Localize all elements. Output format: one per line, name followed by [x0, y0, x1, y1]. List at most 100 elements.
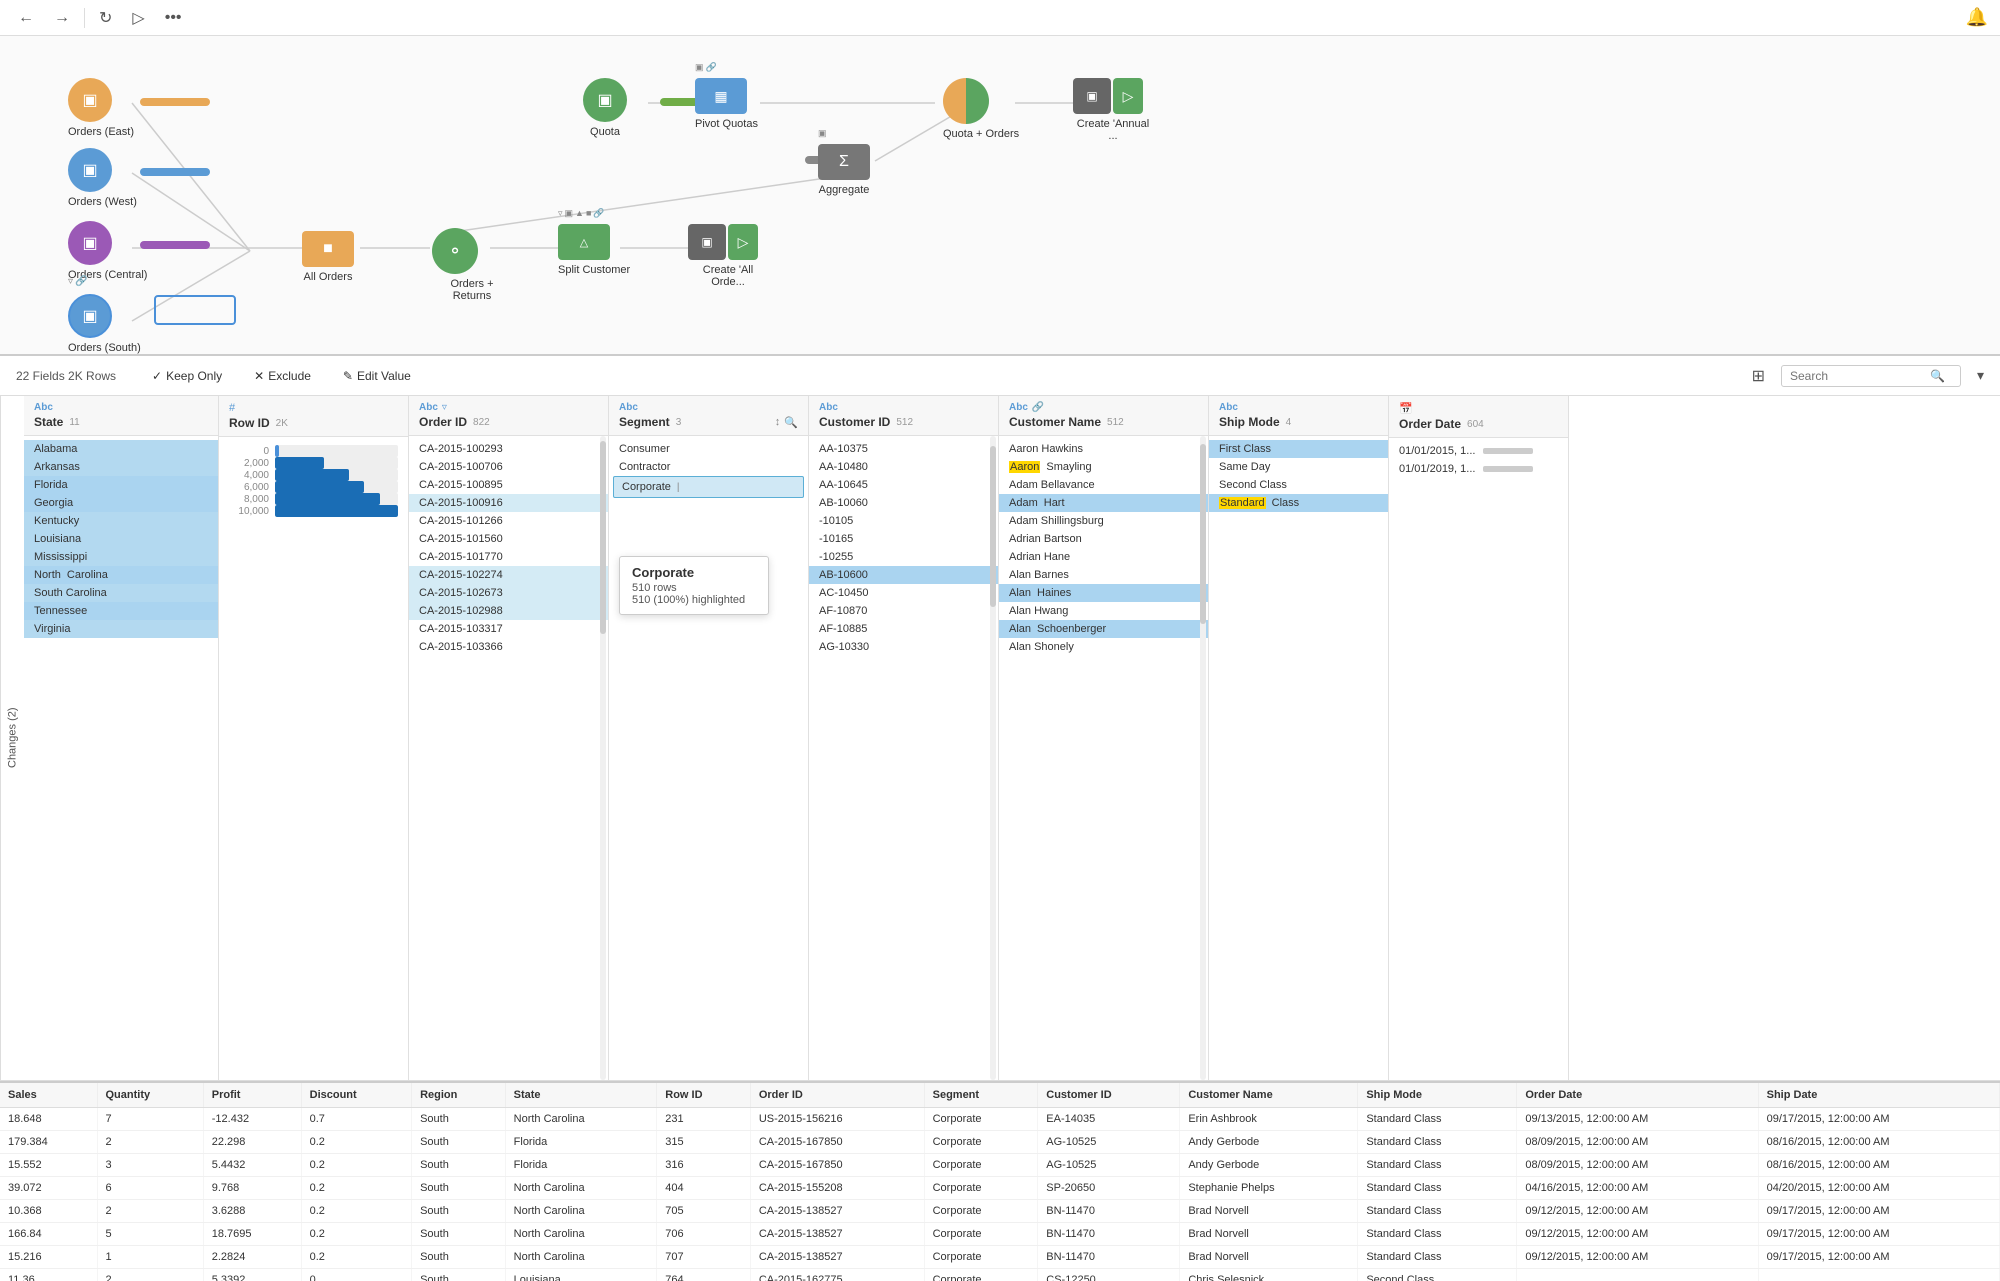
layout-toggle-button[interactable]: ⊞: [1752, 366, 1765, 386]
node-orders-central[interactable]: ▣ Orders (Central): [68, 221, 147, 281]
table-row[interactable]: 15.55235.44320.2SouthFlorida316CA-2015-1…: [0, 1154, 2000, 1177]
cname-adrian-hane[interactable]: Adrian Hane: [999, 548, 1208, 566]
custid-AF10885[interactable]: AF-10885: [809, 620, 998, 638]
table-row[interactable]: 15.21612.28240.2SouthNorth Carolina707CA…: [0, 1246, 2000, 1269]
segment-corporate[interactable]: Corporate |: [613, 476, 804, 498]
forward-button[interactable]: →: [48, 7, 76, 29]
cname-adam-hart[interactable]: Adam Hart: [999, 494, 1208, 512]
orderid-CA2015-100895[interactable]: CA-2015-100895: [409, 476, 608, 494]
orderdate-01012015[interactable]: 01/01/2015, 1...: [1389, 442, 1568, 460]
orderid-CA2015-103366[interactable]: CA-2015-103366: [409, 638, 608, 656]
table-row[interactable]: 179.384222.2980.2SouthFlorida315CA-2015-…: [0, 1131, 2000, 1154]
node-orders-returns[interactable]: ⚬ Orders + Returns: [432, 228, 512, 302]
th-region: Region: [412, 1083, 506, 1108]
cname-alan-barnes[interactable]: Alan Barnes: [999, 566, 1208, 584]
node-create-all-ord[interactable]: ▣ ▷ Create 'All Orde...: [688, 224, 768, 288]
custid-10105[interactable]: ​-10105: [809, 512, 998, 530]
node-orders-east[interactable]: ▣ Orders (East): [68, 78, 134, 138]
refresh-button[interactable]: ↻: [93, 6, 118, 30]
custid-AB10060[interactable]: AB-10060: [809, 494, 998, 512]
node-orders-south[interactable]: ▣ Orders (South) ▿🔗: [68, 294, 141, 354]
segment-search-btn[interactable]: 🔍: [784, 416, 798, 429]
state-item-south-carolina[interactable]: South Carolina: [24, 584, 218, 602]
state-item-louisiana[interactable]: Louisiana: [24, 530, 218, 548]
orderid-CA2015-100706[interactable]: CA-2015-100706: [409, 458, 608, 476]
orderid-CA2015-102274[interactable]: CA-2015-102274: [409, 566, 608, 584]
orderid-CA2015-101770[interactable]: CA-2015-101770: [409, 548, 608, 566]
state-item-alabama[interactable]: Alabama: [24, 440, 218, 458]
more-button[interactable]: •••: [159, 7, 188, 29]
cname-adam-bellavance[interactable]: Adam Bellavance: [999, 476, 1208, 494]
table-row[interactable]: 10.36823.62880.2SouthNorth Carolina705CA…: [0, 1200, 2000, 1223]
state-item-tennessee[interactable]: Tennessee: [24, 602, 218, 620]
table-row[interactable]: 11.3625.33920SouthLouisiana764CA-2015-16…: [0, 1269, 2000, 1281]
shipmode-second-class[interactable]: Second Class: [1209, 476, 1388, 494]
table-row[interactable]: 166.84518.76950.2SouthNorth Carolina706C…: [0, 1223, 2000, 1246]
orderid-CA2015-100916[interactable]: CA-2015-100916: [409, 494, 608, 512]
table-cell: 3.6288: [203, 1200, 301, 1223]
keep-only-button[interactable]: ✓ Keep Only: [144, 365, 230, 387]
segment-sort-btn[interactable]: ↕: [775, 416, 781, 429]
exclude-button[interactable]: ✕ Exclude: [246, 365, 319, 387]
filter-dropdown-button[interactable]: ▾: [1977, 367, 1984, 384]
search-box[interactable]: 🔍: [1781, 365, 1961, 387]
cname-aaron-hawkins[interactable]: Aaron Hawkins: [999, 440, 1208, 458]
state-item-arkansas[interactable]: Arkansas: [24, 458, 218, 476]
shipmode-standard-class[interactable]: Standard Class: [1209, 494, 1388, 512]
custid-AA10480[interactable]: AA-10480: [809, 458, 998, 476]
cname-adrian-bartson[interactable]: Adrian Bartson: [999, 530, 1208, 548]
table-cell: 0.2: [301, 1200, 411, 1223]
table-cell: CA-2015-138527: [750, 1200, 924, 1223]
node-split-customer[interactable]: △ Split Customer ▿▣▲■🔗: [558, 224, 630, 276]
custid-AC10450[interactable]: AC-10450: [809, 584, 998, 602]
back-button[interactable]: ←: [12, 7, 40, 29]
node-label-all-orders: All Orders: [302, 271, 354, 283]
column-orderid: Abc ▿ Order ID 822 CA-2015-100293 CA-201…: [409, 396, 609, 1080]
state-item-north-carolina[interactable]: North Carolina: [24, 566, 218, 584]
cname-adam-shillingsburg[interactable]: Adam Shillingsburg: [999, 512, 1208, 530]
custid-AF10870[interactable]: AF-10870: [809, 602, 998, 620]
cname-alan-hwang[interactable]: Alan Hwang: [999, 602, 1208, 620]
state-item-virginia[interactable]: Virginia: [24, 620, 218, 638]
orderid-CA2015-100293[interactable]: CA-2015-100293: [409, 440, 608, 458]
segment-contractor[interactable]: Contractor: [609, 458, 808, 476]
state-item-georgia[interactable]: Georgia: [24, 494, 218, 512]
edit-value-button[interactable]: ✎ Edit Value: [335, 365, 419, 387]
orderid-CA2015-101266[interactable]: CA-2015-101266: [409, 512, 608, 530]
table-row[interactable]: 39.07269.7680.2SouthNorth Carolina404CA-…: [0, 1177, 2000, 1200]
node-quota[interactable]: ▣ Quota: [583, 78, 627, 138]
link-icon-customername: 🔗: [1032, 402, 1044, 413]
orderid-CA2015-102988[interactable]: CA-2015-102988: [409, 602, 608, 620]
cname-alan-haines[interactable]: Alan Haines: [999, 584, 1208, 602]
custid-AB10600[interactable]: AB-10600: [809, 566, 998, 584]
node-pivot-quotas[interactable]: ▦ Pivot Quotas ▣🔗: [695, 78, 758, 130]
segment-consumer[interactable]: Consumer: [609, 440, 808, 458]
node-aggregate[interactable]: Σ Aggregate ▣: [818, 144, 870, 196]
orderdate-01012019[interactable]: 01/01/2019, 1...: [1389, 460, 1568, 478]
search-input[interactable]: [1790, 369, 1930, 383]
custid-AA10645[interactable]: AA-10645: [809, 476, 998, 494]
cname-aaron-smayling[interactable]: Aaron Smayling: [999, 458, 1208, 476]
cname-alan-shonely[interactable]: Alan Shonely: [999, 638, 1208, 656]
orderid-CA2015-103317[interactable]: CA-2015-103317: [409, 620, 608, 638]
cname-alan-schoenberger[interactable]: Alan Schoenberger: [999, 620, 1208, 638]
node-quota-orders[interactable]: Quota + Orders: [943, 78, 1019, 140]
custid-AG10330[interactable]: AG-10330: [809, 638, 998, 656]
state-item-mississippi[interactable]: Mississippi: [24, 548, 218, 566]
shipmode-same-day[interactable]: Same Day: [1209, 458, 1388, 476]
custid-10255[interactable]: ​-10255: [809, 548, 998, 566]
orderid-CA2015-102673[interactable]: CA-2015-102673: [409, 584, 608, 602]
state-item-kentucky[interactable]: Kentucky: [24, 512, 218, 530]
play-button[interactable]: ▷: [126, 6, 150, 30]
side-label[interactable]: Changes (2): [0, 396, 24, 1080]
state-item-florida[interactable]: Florida: [24, 476, 218, 494]
table-row[interactable]: 18.6487-12.4320.7SouthNorth Carolina231U…: [0, 1108, 2000, 1131]
node-all-orders[interactable]: ■ All Orders: [302, 231, 354, 283]
node-create-annual[interactable]: ▣ ▷ Create 'Annual ...: [1073, 78, 1153, 142]
custid-AA10375[interactable]: AA-10375: [809, 440, 998, 458]
shipmode-first-class[interactable]: First Class: [1209, 440, 1388, 458]
orderid-CA2015-101560[interactable]: CA-2015-101560: [409, 530, 608, 548]
node-orders-west[interactable]: ▣ Orders (West): [68, 148, 137, 208]
col-customername-name: Customer Name: [1009, 415, 1101, 429]
custid-10165[interactable]: ​-10165: [809, 530, 998, 548]
